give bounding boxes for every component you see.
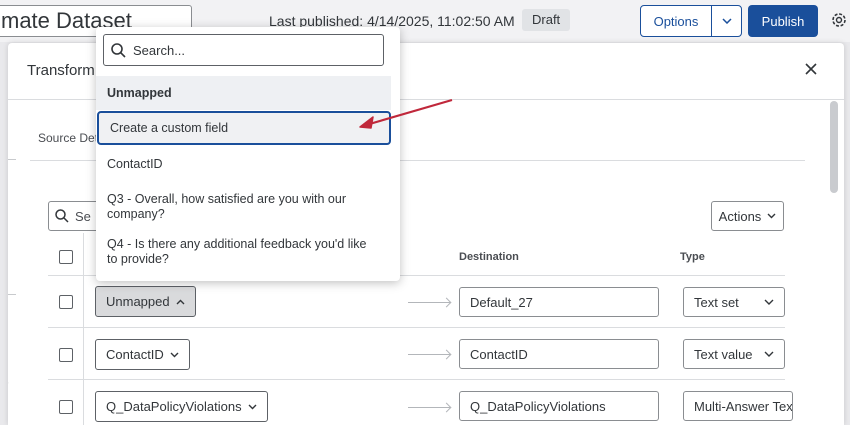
source-field-label: Unmapped [106, 294, 170, 309]
destination-field-input[interactable]: Default_27 [459, 287, 659, 317]
arrow-right-icon [408, 354, 450, 355]
chevron-down-icon [170, 352, 179, 357]
close-icon[interactable] [805, 62, 817, 80]
column-header-destination: Destination [459, 251, 519, 263]
search-label: Se [75, 208, 91, 224]
destination-field-input[interactable]: Q_DataPolicyViolations [459, 391, 659, 421]
background-page-strip: r ic r ic ie ic [8, 101, 16, 425]
column-header-type: Type [680, 251, 705, 263]
publish-button[interactable]: Publish [748, 5, 818, 37]
dropdown-item-create-custom-field[interactable]: Create a custom field [97, 111, 391, 145]
chevron-down-icon [764, 299, 774, 305]
divider [8, 294, 16, 295]
type-label: Text set [694, 294, 739, 310]
search-icon [55, 209, 69, 223]
dropdown-item-contactid[interactable]: ContactID [96, 147, 391, 181]
row-checkbox[interactable] [59, 295, 73, 309]
arrow-right-icon [408, 302, 450, 303]
dropdown-search-input[interactable]: Search... [103, 34, 384, 66]
row-checkbox[interactable] [59, 400, 73, 414]
source-details-tab[interactable]: Source Det [38, 131, 98, 145]
modal-title: Transform [27, 62, 95, 79]
source-field-select[interactable]: ContactID [95, 339, 190, 370]
strip-text: ie [8, 377, 9, 389]
column-divider [83, 233, 84, 425]
options-button[interactable]: Options [640, 5, 742, 37]
source-field-dropdown: Search... Unmapped Create a custom field… [96, 27, 400, 281]
divider [8, 159, 16, 160]
select-all-checkbox[interactable] [59, 250, 73, 264]
divider [48, 327, 785, 328]
chevron-down-icon [764, 351, 774, 357]
source-field-select[interactable]: Q_DataPolicyViolations [95, 391, 268, 422]
type-select[interactable]: Text set [683, 287, 785, 317]
dropdown-search-placeholder: Search... [133, 42, 186, 58]
type-label: Multi-Answer Text [694, 398, 793, 414]
search-icon [111, 42, 126, 58]
row-checkbox[interactable] [59, 348, 73, 362]
chevron-down-icon[interactable] [712, 6, 741, 36]
status-badge: Draft [522, 9, 571, 31]
scrollbar-thumb[interactable] [830, 101, 838, 193]
source-field-select[interactable]: Unmapped [95, 286, 196, 317]
source-field-label: ContactID [106, 347, 164, 362]
dropdown-item-unmapped[interactable]: Unmapped [96, 76, 391, 110]
dropdown-item-q4[interactable]: Q4 - Is there any additional feedback yo… [96, 232, 391, 272]
chevron-up-icon [176, 299, 185, 304]
chevron-down-icon [248, 404, 257, 409]
source-field-label: Q_DataPolicyViolations [106, 399, 242, 414]
chevron-down-icon [767, 213, 776, 219]
divider [48, 379, 785, 380]
arrow-right-icon [408, 407, 450, 408]
gear-icon[interactable] [830, 11, 848, 34]
actions-button[interactable]: Actions [711, 201, 784, 231]
destination-field-input[interactable]: ContactID [459, 339, 659, 369]
dropdown-item-q3[interactable]: Q3 - Overall, how satisfied are you with… [96, 187, 391, 227]
type-select[interactable]: Text value [683, 339, 785, 369]
type-label: Text value [694, 346, 753, 362]
actions-label: Actions [718, 208, 762, 224]
type-select[interactable]: Multi-Answer Text [683, 391, 793, 421]
options-label[interactable]: Options [641, 6, 712, 36]
